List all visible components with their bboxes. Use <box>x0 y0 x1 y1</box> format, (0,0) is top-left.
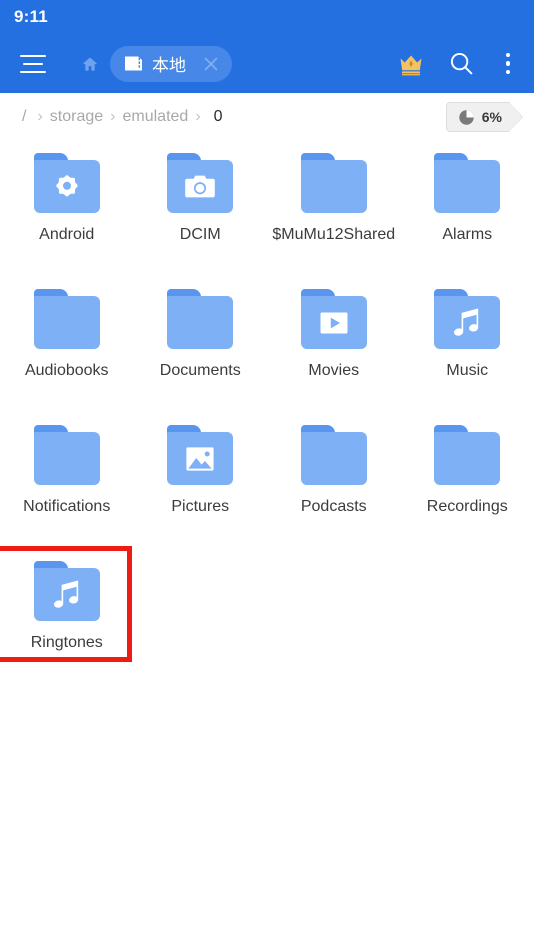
file-item-label: Music <box>446 362 489 379</box>
file-item--mumu12shared[interactable]: $MuMu12Shared <box>267 147 401 283</box>
folder-body-shape <box>434 160 501 213</box>
file-item-label: Alarms <box>442 226 493 243</box>
file-item-label: Pictures <box>171 498 230 515</box>
pie-chart-icon <box>458 109 475 126</box>
file-item-label: Audiobooks <box>24 362 109 379</box>
folder-icon <box>31 153 103 215</box>
dot <box>505 61 511 66</box>
folder-icon <box>31 425 103 487</box>
status-bar-clock: 9:11 <box>14 7 48 26</box>
file-grid: Android DCIM $MuMu12Shared Alarms Audiobooks… <box>0 141 534 691</box>
folder-body-shape <box>167 160 234 213</box>
file-item-label: Recordings <box>426 498 508 515</box>
close-icon[interactable] <box>200 53 222 75</box>
breadcrumb-item-emulated[interactable]: emulated <box>122 108 188 126</box>
file-item-recordings[interactable]: Recordings <box>401 419 534 555</box>
file-item-music[interactable]: Music <box>401 283 534 419</box>
sd-card-icon <box>124 55 143 72</box>
folder-body-shape <box>33 432 100 485</box>
app-header: 9:11 本地 <box>0 0 534 93</box>
file-item-alarms[interactable]: Alarms <box>401 147 534 283</box>
tab-local-storage[interactable]: 本地 <box>110 45 232 82</box>
crown-icon[interactable] <box>394 47 428 81</box>
file-item-notifications[interactable]: Notifications <box>0 419 134 555</box>
hamburger-menu-icon[interactable] <box>16 49 50 79</box>
folder-icon <box>164 289 236 351</box>
storage-usage-badge[interactable]: 6% <box>445 102 524 132</box>
breadcrumb-separator: › <box>37 108 43 125</box>
file-item-ringtones[interactable]: Ringtones <box>0 546 134 691</box>
file-item-movies[interactable]: Movies <box>267 283 401 419</box>
file-item-label: Android <box>39 226 95 243</box>
more-dots <box>505 52 511 75</box>
file-item-documents[interactable]: Documents <box>134 283 268 419</box>
status-bar: 9:11 <box>0 0 534 34</box>
file-item-pictures[interactable]: Pictures <box>134 419 268 555</box>
breadcrumb-item-storage[interactable]: storage <box>50 108 103 126</box>
file-item-podcasts[interactable]: Podcasts <box>267 419 401 555</box>
file-item-audiobooks[interactable]: Audiobooks <box>0 283 134 419</box>
breadcrumb-separator: › <box>195 108 201 125</box>
file-item-dcim[interactable]: DCIM <box>134 147 268 283</box>
storage-usage-percent: 6% <box>481 109 502 125</box>
folder-body-shape <box>167 432 234 485</box>
folder-body-shape <box>167 296 234 349</box>
file-item-label: Podcasts <box>300 498 367 515</box>
folder-icon <box>298 153 370 215</box>
breadcrumb: / › storage › emulated › 0 <box>22 108 446 126</box>
folder-body-shape <box>33 568 100 621</box>
folder-icon <box>298 289 370 351</box>
file-item-label: Movies <box>308 362 360 379</box>
file-item-android[interactable]: Android <box>0 147 134 283</box>
folder-body-shape <box>434 432 501 485</box>
more-vertical-icon[interactable] <box>496 47 520 81</box>
dot <box>505 52 511 58</box>
folder-icon <box>431 425 503 487</box>
search-icon[interactable] <box>444 47 478 81</box>
app-toolbar: 本地 <box>0 34 534 93</box>
folder-body-shape <box>300 432 367 485</box>
tab-label: 本地 <box>152 56 186 75</box>
folder-icon <box>298 425 370 487</box>
folder-icon <box>164 153 236 215</box>
file-item-label: Notifications <box>23 498 111 515</box>
folder-icon <box>31 561 103 623</box>
hamburger-line <box>23 62 43 65</box>
folder-body-shape <box>33 296 100 349</box>
breadcrumb-separator: › <box>110 108 116 125</box>
breadcrumb-bar: / › storage › emulated › 0 6% <box>0 93 534 141</box>
file-item-label: Documents <box>159 362 241 379</box>
folder-icon <box>431 289 503 351</box>
folder-icon <box>31 289 103 351</box>
dot <box>505 69 511 75</box>
folder-body-shape <box>300 296 367 349</box>
hamburger-line <box>20 54 46 57</box>
file-item-label: $MuMu12Shared <box>272 226 396 243</box>
breadcrumb-item-current[interactable]: 0 <box>214 108 223 126</box>
file-item-label: Ringtones <box>30 634 103 651</box>
file-item-label: DCIM <box>179 226 221 243</box>
folder-body-shape <box>434 296 501 349</box>
folder-body-shape <box>300 160 367 213</box>
home-icon[interactable] <box>78 52 102 76</box>
breadcrumb-root[interactable]: / <box>22 108 26 126</box>
folder-icon <box>164 425 236 487</box>
hamburger-line <box>20 70 46 73</box>
folder-icon <box>431 153 503 215</box>
folder-body-shape <box>33 160 100 213</box>
